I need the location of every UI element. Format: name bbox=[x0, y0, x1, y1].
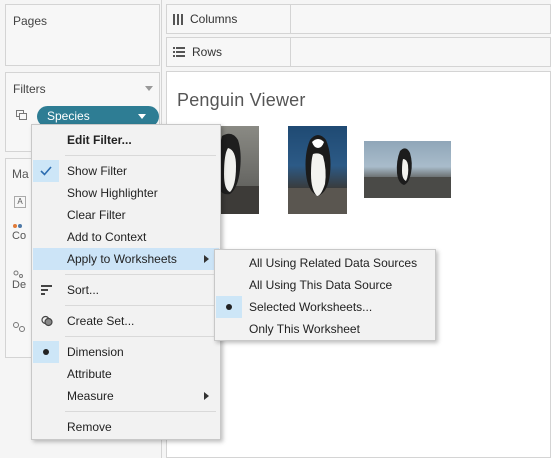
menu-sort[interactable]: Sort... bbox=[33, 279, 219, 301]
columns-icon bbox=[173, 13, 183, 25]
menu-add-to-context[interactable]: Add to Context bbox=[33, 226, 219, 248]
checkmark-icon bbox=[40, 166, 52, 176]
sort-icon bbox=[41, 285, 52, 295]
rows-shelf-label: Rows bbox=[173, 38, 291, 66]
menu-measure[interactable]: Measure bbox=[33, 385, 219, 407]
detail-dots-icon bbox=[12, 269, 30, 279]
rows-shelf[interactable]: Rows bbox=[166, 37, 551, 67]
penguin-image-2[interactable] bbox=[288, 126, 347, 214]
columns-label: Columns bbox=[190, 12, 238, 26]
marks-title: Ma bbox=[12, 167, 29, 181]
radio-dot-icon bbox=[43, 349, 49, 355]
species-pill-label: Species bbox=[47, 109, 90, 123]
rows-label: Rows bbox=[192, 45, 223, 59]
show-filter-label: Show Filter bbox=[67, 164, 128, 178]
submenu-arrow-icon bbox=[204, 255, 209, 263]
filter-field-icon bbox=[16, 110, 27, 120]
sort-label: Sort... bbox=[67, 283, 100, 297]
menu-separator bbox=[65, 336, 216, 337]
submenu-selected-worksheets[interactable]: Selected Worksheets... bbox=[216, 296, 434, 318]
menu-clear-filter[interactable]: Clear Filter bbox=[33, 204, 219, 226]
menu-show-filter[interactable]: Show Filter bbox=[33, 160, 219, 182]
apply-to-worksheets-label: Apply to Worksheets bbox=[67, 252, 177, 266]
menu-apply-to-worksheets[interactable]: Apply to Worksheets bbox=[33, 248, 219, 270]
submenu-all-related-data-sources[interactable]: All Using Related Data Sources bbox=[216, 252, 434, 274]
color-mark-card[interactable]: Co bbox=[12, 222, 30, 242]
marks-abc-icon[interactable]: A bbox=[14, 195, 26, 208]
create-set-label: Create Set... bbox=[67, 314, 135, 328]
menu-separator bbox=[65, 274, 216, 275]
penguin-image-3[interactable] bbox=[364, 141, 451, 198]
create-set-icon bbox=[41, 315, 53, 327]
color-dots-icon bbox=[12, 222, 30, 230]
detail-mark-label: De bbox=[12, 279, 27, 291]
menu-show-highlighter[interactable]: Show Highlighter bbox=[33, 182, 219, 204]
menu-remove[interactable]: Remove bbox=[33, 416, 219, 438]
menu-separator bbox=[65, 305, 216, 306]
menu-dimension[interactable]: Dimension bbox=[33, 341, 219, 363]
tooltip-mark-icon[interactable] bbox=[12, 321, 26, 336]
color-mark-label: Co bbox=[12, 230, 27, 242]
dimension-label: Dimension bbox=[67, 345, 124, 359]
filters-menu-arrow-icon[interactable] bbox=[145, 86, 153, 91]
submenu-only-this-worksheet[interactable]: Only This Worksheet bbox=[216, 318, 434, 340]
pages-card: Pages bbox=[5, 4, 160, 66]
submenu-arrow-icon bbox=[204, 392, 209, 400]
apply-to-worksheets-submenu: All Using Related Data Sources All Using… bbox=[214, 249, 436, 341]
menu-attribute[interactable]: Attribute bbox=[33, 363, 219, 385]
measure-label: Measure bbox=[67, 389, 114, 403]
columns-shelf[interactable]: Columns bbox=[166, 4, 551, 34]
radio-dot-icon bbox=[226, 304, 232, 310]
selected-worksheets-label: Selected Worksheets... bbox=[249, 300, 373, 314]
columns-shelf-label: Columns bbox=[173, 5, 291, 33]
menu-separator bbox=[65, 411, 216, 412]
menu-separator bbox=[65, 155, 216, 156]
menu-create-set[interactable]: Create Set... bbox=[33, 310, 219, 332]
rows-icon bbox=[173, 47, 185, 57]
menu-edit-filter[interactable]: Edit Filter... bbox=[33, 129, 219, 151]
filters-title: Filters bbox=[13, 82, 46, 96]
view-title: Penguin Viewer bbox=[177, 90, 306, 110]
pages-title: Pages bbox=[13, 14, 48, 28]
submenu-all-this-data-source[interactable]: All Using This Data Source bbox=[216, 274, 434, 296]
detail-mark-card[interactable]: De bbox=[12, 269, 30, 291]
pill-dropdown-arrow-icon[interactable] bbox=[138, 114, 146, 119]
filter-context-menu: Edit Filter... Show Filter Show Highligh… bbox=[31, 124, 221, 440]
